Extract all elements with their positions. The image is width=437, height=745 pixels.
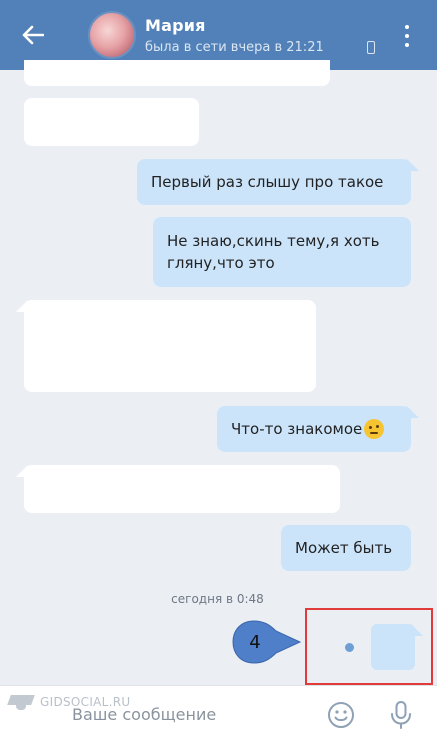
smile-icon: [328, 702, 354, 728]
contact-avatar[interactable]: [88, 11, 136, 59]
message-outgoing[interactable]: Не знаю,скинь тему,я хоть гляну,что это: [153, 217, 411, 287]
message-text: Что-то знакомое: [231, 420, 363, 438]
more-vertical-icon: [405, 25, 409, 29]
arrow-left-icon: [22, 25, 44, 45]
message-composer: GIDSOCIAL.RU Ваше сообщение: [0, 685, 437, 745]
message-text-line: Не знаю,скинь тему,я хоть: [167, 232, 380, 250]
message-input[interactable]: Ваше сообщение: [72, 705, 216, 724]
more-menu-button[interactable]: [397, 22, 417, 50]
emoji-button[interactable]: [327, 701, 355, 729]
microphone-icon: [391, 701, 411, 729]
date-separator: сегодня в 0:48: [171, 592, 264, 606]
message-incoming[interactable]: [16, 300, 316, 392]
message-incoming[interactable]: [16, 465, 340, 513]
message-text: Первый раз слышу про такое: [151, 173, 384, 191]
graduation-cap-icon: [8, 693, 34, 711]
voice-message-button[interactable]: [388, 700, 414, 730]
contact-name[interactable]: Мария: [145, 16, 206, 35]
step-number: 4: [249, 631, 261, 653]
message-text: Может быть: [295, 539, 393, 557]
message-text-line: гляну,что это: [167, 254, 275, 272]
message-incoming[interactable]: [24, 60, 330, 86]
step-callout: 4: [232, 620, 302, 664]
mobile-phone-icon: [367, 41, 375, 54]
message-outgoing[interactable]: Может быть: [281, 525, 411, 571]
highlight-box: [305, 608, 433, 685]
thinking-face-icon: [364, 419, 385, 439]
message-outgoing[interactable]: Первый раз слышу про такое: [137, 159, 419, 205]
message-outgoing[interactable]: Что-то знакомое: [217, 406, 419, 452]
message-incoming[interactable]: [24, 98, 199, 146]
back-button[interactable]: [16, 18, 50, 52]
contact-status: была в сети вчера в 21:21: [145, 40, 324, 55]
